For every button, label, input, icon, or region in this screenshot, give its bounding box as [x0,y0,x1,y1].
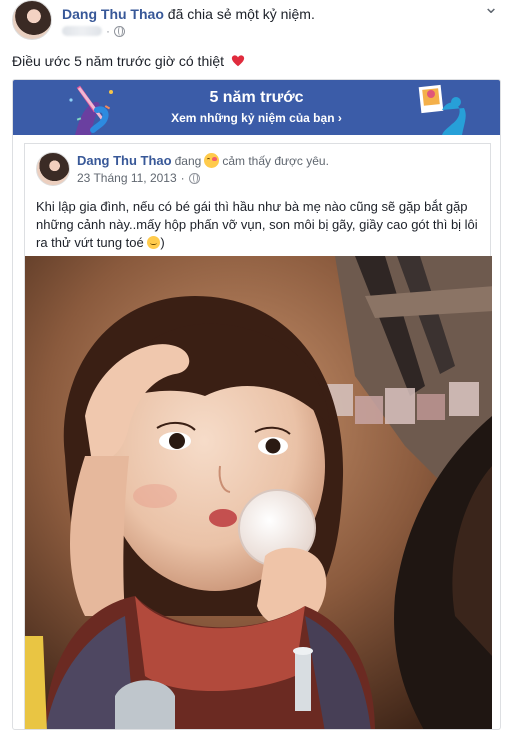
globe-icon[interactable] [114,25,125,37]
original-post-header: Dang Thu Thao đang cảm thấy được yêu. [77,153,329,168]
post-header: Dang Thu Thao đã chia sẻ một kỷ niệm. [62,5,315,23]
post-meta: · [62,24,125,38]
chevron-down-icon[interactable]: ⌄ [479,0,503,20]
globe-icon[interactable] [188,172,200,184]
heart-icon [231,55,245,67]
original-post-date[interactable]: 23 Tháng 11, 2013 [77,171,177,185]
avatar[interactable] [12,0,52,40]
memory-banner[interactable]: 5 năm trước Xem những kỷ niệm của bạn › [13,80,500,135]
post-caption: Điều ước 5 năm trước giờ có thiệt [12,52,245,70]
original-post-meta: 23 Tháng 11, 2013 · [77,171,200,185]
original-author-name[interactable]: Dang Thu Thao [77,153,172,168]
memory-card: 5 năm trước Xem những kỷ niệm của bạn › … [12,79,501,730]
original-post: Dang Thu Thao đang cảm thấy được yêu. 23… [24,143,492,729]
shared-memory-post: Dang Thu Thao đã chia sẻ một kỷ niệm. · … [0,0,513,730]
original-post-avatar[interactable] [36,152,70,186]
feeling-loved-emoji-icon [204,153,220,168]
separator-dot: · [180,171,185,185]
author-name[interactable]: Dang Thu Thao [62,6,164,22]
girl-makeup-photo [25,256,492,729]
original-post-body-end: ) [160,235,165,250]
original-post-body: Khi lập gia đình, nếu có bé gái thì hầu … [36,198,481,252]
feeling-label: cảm thấy được yêu. [222,153,329,168]
post-action-text: đã chia sẻ một kỷ niệm. [167,6,315,22]
blurred-timestamp[interactable] [62,26,102,36]
photo-frame-illustration [418,84,466,135]
feeling-prefix: đang [174,153,202,168]
caption-text: Điều ước 5 năm trước giờ có thiệt [12,53,225,69]
post-photo[interactable] [25,256,492,729]
smile-emoji-icon [147,236,161,249]
separator-dot: · [106,24,110,38]
original-post-body-text: Khi lập gia đình, nếu có bé gái thì hầu … [36,199,478,250]
